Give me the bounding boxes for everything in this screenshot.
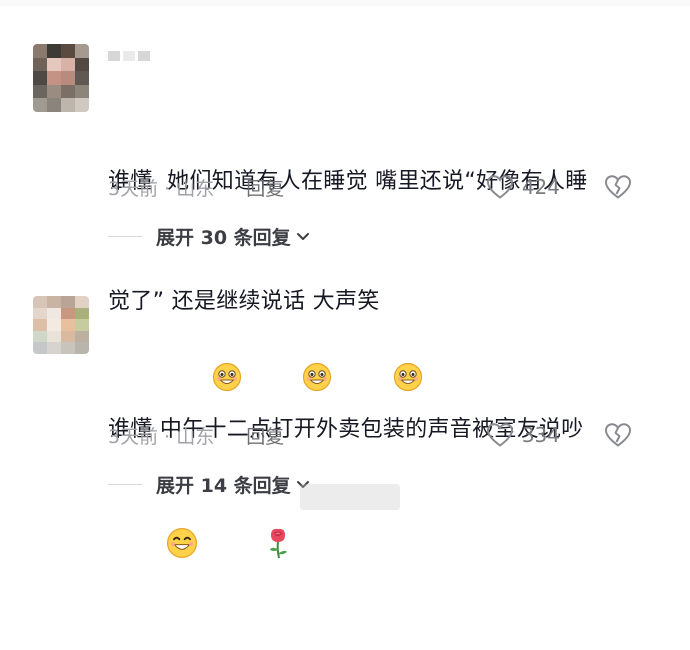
expand-replies-label: 展开 14 条回复: [156, 474, 291, 497]
username-blurred[interactable]: [108, 50, 150, 62]
heart-icon: [486, 174, 514, 200]
broken-heart-icon: [604, 174, 632, 200]
like-count: 334: [521, 423, 560, 447]
comment-text-line: 觉了” 还是继续说话 大声笑: [108, 289, 380, 314]
expand-replies-button[interactable]: 展开 14 条回复: [108, 470, 311, 498]
like-button[interactable]: 334: [486, 422, 560, 448]
expand-replies-label: 展开 30 条回复: [156, 226, 291, 249]
comment-meta: 3天前 · 山东 回复 424: [108, 172, 660, 202]
dislike-button[interactable]: [604, 422, 632, 448]
like-button[interactable]: 424: [486, 174, 560, 200]
avatar[interactable]: [33, 44, 89, 112]
divider-line: [108, 235, 142, 237]
broken-heart-icon: [604, 422, 632, 448]
dislike-button[interactable]: [604, 174, 632, 200]
divider-line: [108, 483, 142, 485]
previous-comment-edge: [0, 0, 690, 6]
chevron-down-icon: [295, 228, 311, 244]
avatar[interactable]: [33, 296, 89, 354]
rose-icon: [206, 487, 290, 613]
comment-meta: 3天前 · 山东 回复 334: [108, 420, 660, 450]
watermark-blur: [300, 484, 400, 510]
comment-time-location: 3天前 · 山东: [108, 177, 215, 200]
comment-time-location: 3天前 · 山东: [108, 425, 215, 448]
smile-icon: [108, 487, 198, 613]
like-count: 424: [521, 175, 560, 199]
reply-button[interactable]: 回复: [246, 422, 284, 449]
comment-emoji-row: [108, 527, 668, 570]
reply-button[interactable]: 回复: [246, 174, 284, 201]
expand-replies-button[interactable]: 展开 30 条回复: [108, 222, 311, 250]
heart-icon: [486, 422, 514, 448]
